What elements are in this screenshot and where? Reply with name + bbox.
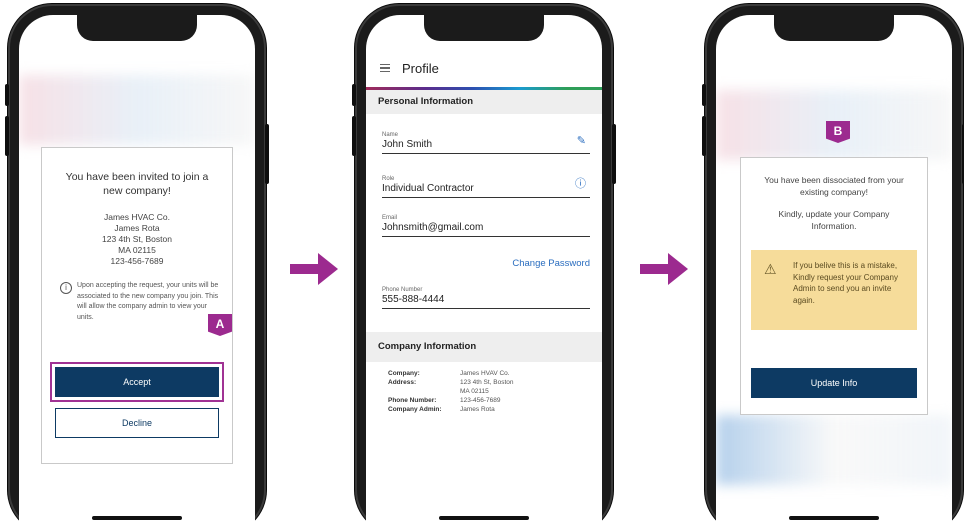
invite-dialog: You have been invited to join a new comp… (41, 147, 233, 464)
invite-title: You have been invited to join a new comp… (65, 171, 209, 197)
invite-screen: You have been invited to join a new comp… (19, 15, 255, 531)
step-badge-a: A (208, 314, 232, 336)
change-password-link[interactable]: Change Password (512, 258, 590, 269)
field-value: Individual Contractor (382, 183, 474, 194)
phone-side-button (702, 116, 706, 156)
company-label: Company: (388, 370, 420, 377)
profile-screen: Profile Personal Information Name John S… (366, 15, 602, 531)
phone-invite: You have been invited to join a new comp… (5, 4, 269, 531)
field-label: Name (382, 132, 399, 138)
update-request-message: Kindly, update your Company Information. (778, 209, 890, 231)
phone-dissociated: B You have been dissociated from your ex… (702, 4, 964, 531)
flow-arrow-icon (290, 253, 338, 285)
phone-notch (424, 15, 544, 41)
home-indicator (439, 516, 529, 520)
pencil-icon[interactable]: ✎ (577, 134, 586, 147)
field-label: Role (382, 176, 395, 182)
address-line: 123 4th St, Boston (102, 234, 172, 244)
company-details: Company: James HVAV Co. Address: 123 4th S… (388, 369, 550, 414)
phone-side-button (352, 84, 356, 106)
phone-notch (774, 15, 894, 41)
address-value: 123 4th St, Boston (460, 379, 514, 386)
address-value-line2: MA 02115 (460, 388, 489, 395)
warning-text: If you belive this is a mistake, Kindly … (793, 261, 898, 305)
phone-profile: Profile Personal Information Name John S… (352, 4, 616, 531)
decline-button[interactable]: Decline (55, 408, 219, 438)
dissociated-screen: B You have been dissociated from your ex… (716, 15, 952, 531)
email-field[interactable]: Email Johnsmith@gmail.com (382, 215, 590, 237)
field-value: John Smith (382, 139, 433, 150)
notice-text: Upon accepting the request, your units w… (77, 282, 219, 321)
phone-side-button (5, 84, 9, 106)
address-line: 123-456-7689 (110, 256, 164, 266)
phone-side-button (702, 84, 706, 106)
home-indicator (92, 516, 182, 520)
warning-box: ⚠ If you belive this is a mistake, Kindl… (751, 250, 917, 330)
home-indicator (789, 516, 879, 520)
blurred-background (716, 415, 952, 485)
field-label: Email (382, 215, 398, 221)
dissociated-dialog: You have been dissociated from your exis… (740, 157, 928, 415)
personal-info-header: Personal Information (366, 90, 602, 114)
hamburger-menu-icon[interactable] (380, 64, 390, 72)
role-field[interactable]: Role Individual Contractor ⓘ (382, 176, 590, 198)
phone-notch (77, 15, 197, 41)
flow-arrow-icon (640, 253, 688, 285)
phone-side-button (5, 116, 9, 156)
field-value: Johnsmith@gmail.com (382, 222, 484, 233)
update-info-button[interactable]: Update Info (751, 368, 917, 398)
phone-side-button (352, 116, 356, 156)
admin-label: Company Admin: (388, 406, 442, 413)
step-badge-b: B (826, 121, 850, 143)
page-title: Profile (402, 60, 439, 76)
app-header: Profile (366, 49, 602, 87)
accept-notice: i Upon accepting the request, your units… (60, 281, 220, 323)
name-field[interactable]: Name John Smith ✎ (382, 132, 590, 154)
blurred-background (19, 75, 255, 145)
address-line: James Rota (114, 223, 160, 233)
address-label: Address: (388, 379, 417, 386)
field-label: Phone Number (382, 287, 423, 293)
phone-value: 123-456-7689 (460, 397, 501, 404)
accept-button[interactable]: Accept (55, 367, 219, 397)
phone-field[interactable]: Phone Number 555-888-4444 (382, 287, 590, 309)
warning-icon: ⚠ (764, 261, 777, 277)
phone-side-button (612, 124, 616, 184)
phone-label: Phone Number: (388, 397, 437, 404)
address-line: MA 02115 (118, 245, 156, 255)
dissociated-message: You have been dissociated from your exis… (764, 175, 904, 197)
company-address: James HVAC Co. James Rota 123 4th St, Bo… (42, 212, 232, 267)
info-icon: i (60, 282, 72, 294)
accept-highlight: Accept (50, 362, 224, 402)
admin-value: James Rota (460, 406, 495, 413)
company-info-header: Company Information (366, 332, 602, 362)
company-value: James HVAV Co. (460, 370, 510, 377)
info-icon[interactable]: ⓘ (575, 175, 586, 191)
flow-stage: You have been invited to join a new comp… (0, 0, 964, 531)
phone-side-button (265, 124, 269, 184)
field-value: 555-888-4444 (382, 294, 445, 305)
address-line: James HVAC Co. (104, 212, 170, 222)
